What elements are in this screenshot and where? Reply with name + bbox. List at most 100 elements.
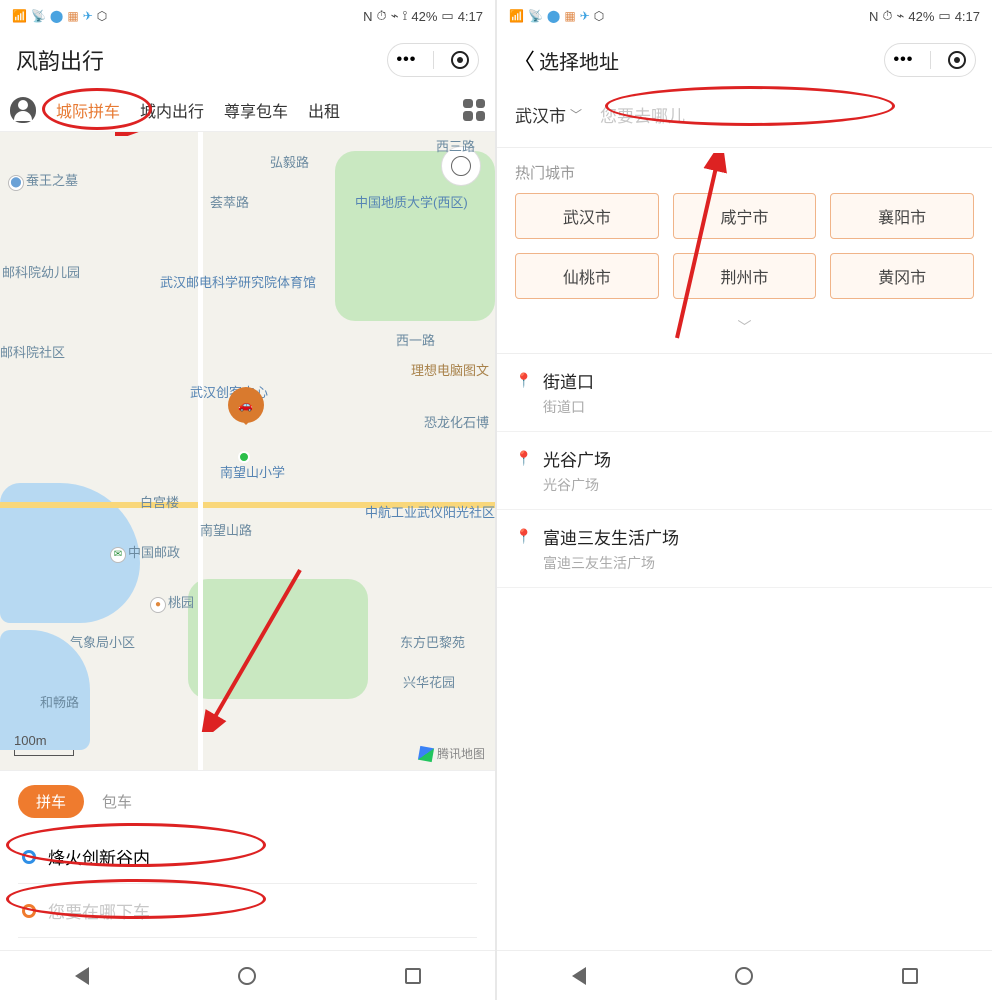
location-pin-icon: 📍 bbox=[515, 372, 529, 389]
hot-cities-label: 热门城市 bbox=[497, 148, 992, 193]
place-item[interactable]: 📍 街道口 街道口 bbox=[497, 354, 992, 432]
place-subtitle: 街道口 bbox=[543, 397, 594, 417]
map-scale: 100m bbox=[14, 733, 74, 756]
miniprogram-capsule[interactable]: ••• bbox=[387, 43, 479, 77]
android-navbar bbox=[0, 950, 495, 1000]
more-icon[interactable]: ••• bbox=[894, 51, 914, 69]
battery-icon: ▭ bbox=[441, 8, 453, 24]
nav-back-icon[interactable] bbox=[75, 967, 89, 985]
alarm-icon: ⏱ bbox=[377, 8, 387, 24]
back-icon[interactable]: 〈 bbox=[513, 44, 535, 76]
current-location-dot bbox=[238, 451, 250, 463]
close-target-icon[interactable] bbox=[451, 51, 469, 69]
status-bar: 📶 📡 ⬤ ▦ ✈ ⬡ N ⏱ ⌁ ⟟ 42% ▭ 4:17 bbox=[0, 0, 495, 32]
signal-icon: 📶 bbox=[12, 9, 27, 23]
nav-back-icon[interactable] bbox=[572, 967, 586, 985]
place-title: 街道口 bbox=[543, 368, 594, 393]
app-badge-icon: ⬤ bbox=[50, 9, 63, 23]
tencent-map-logo-icon bbox=[418, 745, 434, 761]
dropoff-placeholder: 您要在哪下车 bbox=[48, 898, 150, 923]
telegram-icon: ✈ bbox=[580, 9, 590, 23]
nav-home-icon[interactable] bbox=[735, 967, 753, 985]
city-selector[interactable]: 武汉市 ﹀ bbox=[515, 102, 582, 127]
close-target-icon[interactable] bbox=[948, 51, 966, 69]
nav-recent-icon[interactable] bbox=[902, 968, 918, 984]
tab-city[interactable]: 城内出行 bbox=[140, 98, 204, 122]
signal-icon: 📶 bbox=[509, 9, 524, 23]
map-label: 南望山小学 bbox=[220, 462, 285, 481]
location-icon: ⟟ bbox=[403, 8, 408, 24]
city-chip[interactable]: 荆州市 bbox=[673, 253, 817, 299]
nav-home-icon[interactable] bbox=[238, 967, 256, 985]
map-label: 兴华花园 bbox=[403, 672, 455, 691]
hex-icon: ⬡ bbox=[594, 9, 604, 23]
android-navbar bbox=[497, 950, 992, 1000]
place-title: 光谷广场 bbox=[543, 446, 611, 471]
ride-sheet: 拼车 包车 烽火创新谷内 您要在哪下车 bbox=[0, 770, 495, 950]
map-label: ●桃园 bbox=[150, 592, 194, 613]
place-list: 📍 街道口 街道口 📍 光谷广场 光谷广场 📍 富迪三友生活广场 富迪三友生活广… bbox=[497, 353, 992, 588]
nfc-icon: N bbox=[869, 9, 878, 24]
app-header: 风韵出行 ••• bbox=[0, 32, 495, 88]
map-label: 东方巴黎苑 bbox=[400, 632, 465, 651]
pickup-dot-icon bbox=[22, 850, 36, 864]
tab-intercity[interactable]: 城际拼车 bbox=[56, 98, 120, 122]
app-badge-icon: ▦ bbox=[67, 9, 78, 23]
city-chip[interactable]: 黄冈市 bbox=[830, 253, 974, 299]
destination-input[interactable]: 您要去哪儿 bbox=[592, 98, 974, 131]
map-attribution: 腾讯地图 bbox=[419, 745, 485, 762]
place-subtitle: 富迪三友生活广场 bbox=[543, 553, 679, 573]
expand-cities[interactable]: ﹀ bbox=[497, 307, 992, 353]
map-label: 西三路 bbox=[436, 136, 475, 155]
miniprogram-capsule[interactable]: ••• bbox=[884, 43, 976, 77]
map-label: 南望山路 bbox=[200, 520, 252, 539]
map-label: ✉中国邮政 bbox=[110, 542, 180, 563]
map-label: 武汉邮电科学研究院体育馆 bbox=[160, 272, 300, 291]
map-view[interactable]: 西三路 ⬤蚕王之墓 邮科院幼儿园 邮科院社区 武汉邮电科学研究院体育馆 弘毅路 … bbox=[0, 132, 495, 770]
address-header: 〈 选择地址 ••• bbox=[497, 32, 992, 88]
map-label: ⬤蚕王之墓 bbox=[8, 170, 78, 191]
hot-city-grid: 武汉市 咸宁市 襄阳市 仙桃市 荆州市 黄冈市 bbox=[497, 193, 992, 307]
map-label: 中航工业武仪阳光社区 bbox=[365, 502, 485, 521]
pickup-row[interactable]: 烽火创新谷内 bbox=[18, 830, 477, 884]
profile-icon[interactable] bbox=[10, 97, 36, 123]
app-badge-icon: ▦ bbox=[564, 9, 575, 23]
chevron-down-icon: ﹀ bbox=[570, 106, 582, 123]
more-icon[interactable]: ••• bbox=[397, 51, 417, 69]
mode-carpool[interactable]: 拼车 bbox=[18, 785, 84, 818]
location-pin-icon: 📍 bbox=[515, 450, 529, 467]
battery-pct: 42% bbox=[411, 9, 437, 24]
city-chip[interactable]: 仙桃市 bbox=[515, 253, 659, 299]
place-subtitle: 光谷广场 bbox=[543, 475, 611, 495]
battery-icon: ▭ bbox=[938, 8, 950, 24]
map-label: 邮科院社区 bbox=[0, 342, 65, 361]
map-label: 理想电脑图文 bbox=[411, 360, 489, 379]
map-label: 白宫楼 bbox=[140, 492, 179, 511]
place-item[interactable]: 📍 光谷广场 光谷广场 bbox=[497, 432, 992, 510]
tab-more-icon[interactable] bbox=[463, 99, 485, 121]
map-label: 邮科院幼儿园 bbox=[2, 262, 80, 281]
nav-recent-icon[interactable] bbox=[405, 968, 421, 984]
map-label: 西一路 bbox=[396, 330, 435, 349]
map-label: 荟萃路 bbox=[210, 192, 249, 211]
dropoff-dot-icon bbox=[22, 904, 36, 918]
clock-time: 4:17 bbox=[955, 9, 980, 24]
hex-icon: ⬡ bbox=[97, 9, 107, 23]
tab-taxi[interactable]: 出租 bbox=[308, 98, 340, 122]
place-item[interactable]: 📍 富迪三友生活广场 富迪三友生活广场 bbox=[497, 510, 992, 588]
map-label: 和畅路 bbox=[40, 692, 79, 711]
city-chip[interactable]: 襄阳市 bbox=[830, 193, 974, 239]
city-chip[interactable]: 咸宁市 bbox=[673, 193, 817, 239]
battery-pct: 42% bbox=[908, 9, 934, 24]
clock-time: 4:17 bbox=[458, 9, 483, 24]
city-chip[interactable]: 武汉市 bbox=[515, 193, 659, 239]
page-title: 选择地址 bbox=[539, 46, 619, 75]
tab-charter[interactable]: 尊享包车 bbox=[224, 98, 288, 122]
right-phone: 📶 📡 ⬤ ▦ ✈ ⬡ N ⏱ ⌁ 42% ▭ 4:17 〈 选择地址 ••• bbox=[497, 0, 992, 1000]
map-label: 恐龙化石博 bbox=[424, 412, 489, 431]
pickup-text: 烽火创新谷内 bbox=[48, 844, 150, 869]
bluetooth-icon: ⌁ bbox=[897, 8, 905, 24]
map-pin-icon: 🚗 bbox=[228, 387, 264, 423]
mode-charter[interactable]: 包车 bbox=[102, 791, 132, 812]
dropoff-row[interactable]: 您要在哪下车 bbox=[18, 884, 477, 938]
